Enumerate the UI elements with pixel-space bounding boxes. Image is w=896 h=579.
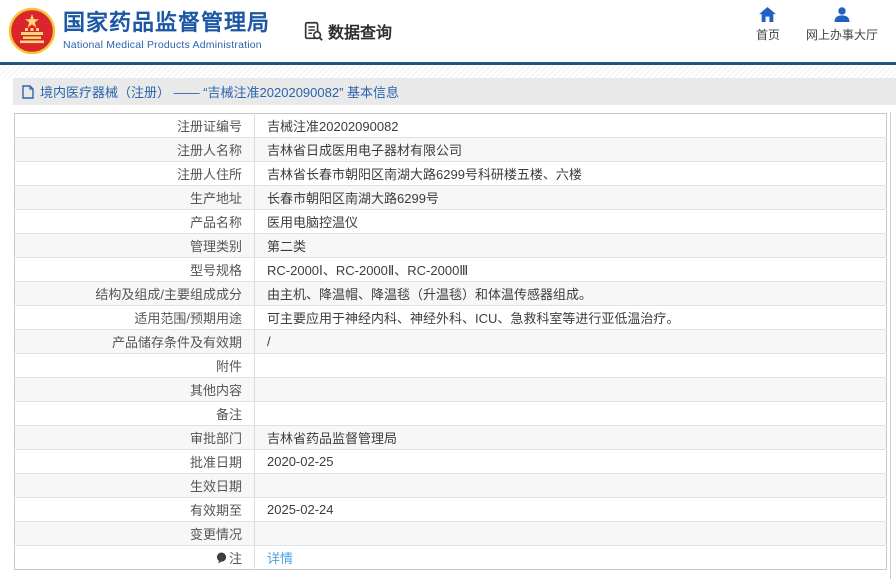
table-row: 结构及组成/主要组成成分 由主机、降温帽、降温毯（升温毯）和体温传感器组成。 — [14, 281, 887, 306]
row-label: 注册人名称 — [14, 137, 255, 162]
row-value: 2020-02-25 — [254, 449, 887, 474]
row-value: 长春市朝阳区南湖大路6299号 — [254, 185, 887, 210]
table-row: 变更情况 — [14, 521, 887, 546]
spacer — [0, 105, 896, 113]
data-query-label: 数据查询 — [328, 25, 393, 42]
table-row: 附件 — [14, 353, 887, 378]
nav-item-home[interactable]: 首页 — [756, 7, 780, 43]
row-value: 2025-02-24 — [254, 497, 887, 522]
row-label: 注册人住所 — [14, 161, 255, 186]
scrollbar-track[interactable] — [890, 112, 891, 579]
table-row: 生效日期 — [14, 473, 887, 498]
table-row: 其他内容 — [14, 377, 887, 402]
document-icon — [22, 84, 34, 99]
row-value: 医用电脑控温仪 — [254, 209, 887, 234]
home-icon — [759, 7, 777, 22]
hatch-texture-strip — [0, 65, 896, 78]
table-row: 产品储存条件及有效期 / — [14, 329, 887, 354]
nav-home-label: 首页 — [755, 28, 780, 42]
row-label: 型号规格 — [14, 257, 255, 282]
row-value: 吉械注准20202090082 — [267, 119, 399, 134]
registration-info-table: 注册证编号 吉械注准20202090082 注册人名称 吉林省日成医用电子器材有限公… — [14, 113, 887, 570]
table-row: 审批部门 吉林省药品监督管理局 — [14, 425, 887, 450]
table-row: 适用范围/预期用途 可主要应用于神经内科、神经外科、ICU、急救科室等进行亚低温治… — [14, 305, 887, 330]
table-row: 注册人住所 吉林省长春市朝阳区南湖大路6299号科研楼五楼、六楼 — [14, 161, 887, 186]
row-label: 产品储存条件及有效期 — [14, 329, 255, 354]
row-label: 其他内容 — [14, 377, 255, 402]
row-label: 适用范围/预期用途 — [14, 305, 255, 330]
row-label: 注 — [14, 545, 255, 570]
detail-link[interactable]: 详情 — [267, 551, 293, 566]
row-value — [254, 473, 887, 498]
national-emblem-icon — [8, 7, 56, 55]
row-label: 生效日期 — [14, 473, 255, 498]
row-value — [254, 401, 887, 426]
row-label: 批准日期 — [14, 449, 255, 474]
row-label: 附件 — [14, 353, 255, 378]
table-row: 生产地址 长春市朝阳区南湖大路6299号 — [14, 185, 887, 210]
row-value: 可主要应用于神经内科、神经外科、ICU、急救科室等进行亚低温治疗。 — [254, 305, 887, 330]
table-row: 有效期至 2025-02-24 — [14, 497, 887, 522]
breadcrumb-text: 境内医疗器械（注册） —— “吉械注准20202090082” 基本信息 — [40, 85, 400, 100]
row-label: 管理类别 — [14, 233, 255, 258]
page: 国家药品监督管理局 National Medical Products Admi… — [0, 0, 896, 579]
table-row: 备注 — [14, 401, 887, 426]
site-header: 国家药品监督管理局 National Medical Products Admi… — [0, 0, 896, 62]
table-row-note: 注 详情 — [14, 545, 887, 570]
row-value: 吉林省药品监督管理局 — [254, 425, 887, 450]
row-label: 生产地址 — [14, 185, 255, 210]
user-icon — [834, 7, 850, 22]
row-value — [254, 521, 887, 546]
row-label: 注册证编号 — [14, 113, 255, 138]
table-row: 注册证编号 吉械注准20202090082 — [14, 113, 887, 138]
breadcrumb: 境内医疗器械（注册） —— “吉械注准20202090082” 基本信息 — [13, 78, 896, 105]
table-row: 管理类别 第二类 — [14, 233, 887, 258]
comment-balloon-icon — [216, 552, 227, 564]
row-value: RC-2000Ⅰ、RC-2000Ⅱ、RC-2000Ⅲ — [254, 257, 887, 282]
row-value: 详情 — [254, 545, 887, 570]
row-value: 第二类 — [254, 233, 887, 258]
row-value — [254, 377, 887, 402]
row-label: 变更情况 — [14, 521, 255, 546]
row-label: 有效期至 — [14, 497, 255, 522]
site-subtitle: National Medical Products Administration — [63, 38, 262, 51]
nav-item-service-hall[interactable]: 网上办事大厅 — [806, 7, 878, 43]
site-title: 国家药品监督管理局 — [63, 10, 271, 36]
row-value: / — [254, 329, 887, 354]
table-row: 型号规格 RC-2000Ⅰ、RC-2000Ⅱ、RC-2000Ⅲ — [14, 257, 887, 282]
table-row: 注册人名称 吉林省日成医用电子器材有限公司 — [14, 137, 887, 162]
table-row: 产品名称 医用电脑控温仪 — [14, 209, 887, 234]
note-label: 注 — [228, 551, 242, 566]
top-nav: 首页 网上办事大厅 — [756, 7, 878, 43]
data-query-button[interactable]: 数据查询 — [302, 19, 392, 43]
row-value: 吉林省日成医用电子器材有限公司 — [254, 137, 887, 162]
row-value — [254, 353, 887, 378]
row-label: 审批部门 — [14, 425, 255, 450]
row-value: 由主机、降温帽、降温毯（升温毯）和体温传感器组成。 — [254, 281, 887, 306]
row-label: 备注 — [14, 401, 255, 426]
document-search-icon — [304, 21, 323, 41]
row-value: 吉林省长春市朝阳区南湖大路6299号科研楼五楼、六楼 — [254, 161, 887, 186]
row-label: 产品名称 — [14, 209, 255, 234]
nav-hall-label: 网上办事大厅 — [805, 28, 878, 42]
row-label: 结构及组成/主要组成成分 — [14, 281, 255, 306]
table-row: 批准日期 2020-02-25 — [14, 449, 887, 474]
site-title-block: 国家药品监督管理局 National Medical Products Admi… — [63, 10, 271, 51]
